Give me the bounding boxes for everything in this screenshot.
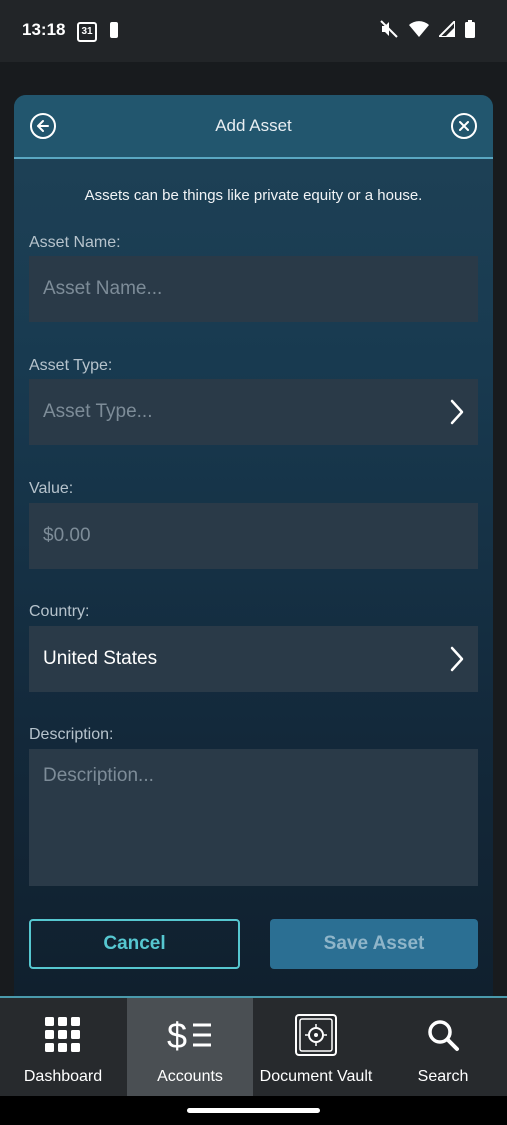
modal-hint: Assets can be things like private equity…: [84, 187, 423, 204]
tab-dashboard[interactable]: Dashboard: [0, 998, 126, 1096]
battery-icon: [465, 20, 475, 38]
asset-type-placeholder: Asset Type...: [43, 401, 153, 422]
asset-name-field[interactable]: [29, 256, 478, 322]
chevron-right-icon: [450, 399, 464, 425]
save-asset-button[interactable]: Save Asset: [270, 919, 478, 969]
vault-icon: [294, 1010, 338, 1060]
status-bar: 13:18 31: [0, 0, 507, 62]
asset-name-input[interactable]: [43, 278, 464, 300]
tab-document-vault[interactable]: Document Vault: [253, 998, 379, 1096]
country-label: Country:: [29, 603, 90, 620]
close-button[interactable]: [451, 113, 477, 139]
wifi-icon: [409, 21, 429, 37]
modal-header: Add Asset: [14, 95, 493, 159]
grid-icon: [45, 1010, 81, 1060]
value-field[interactable]: [29, 503, 478, 569]
bottom-tab-bar: Dashboard $ Accounts Document Vault Sear…: [0, 996, 507, 1096]
country-select[interactable]: United States: [29, 626, 478, 692]
search-icon: [426, 1010, 460, 1060]
value-label: Value:: [29, 480, 74, 497]
svg-text:$: $: [167, 1015, 187, 1055]
modal-title: Add Asset: [215, 116, 292, 135]
tab-search[interactable]: Search: [380, 998, 506, 1096]
country-value: United States: [43, 648, 158, 669]
tab-label: Accounts: [157, 1068, 223, 1085]
mute-icon: [380, 20, 398, 38]
asset-type-select[interactable]: Asset Type...: [29, 379, 478, 445]
tab-label: Search: [417, 1068, 469, 1085]
description-input[interactable]: [43, 765, 464, 865]
value-input[interactable]: [43, 525, 464, 547]
tab-label: Document Vault: [259, 1068, 373, 1085]
chevron-right-icon: [450, 646, 464, 672]
asset-type-label: Asset Type:: [29, 357, 113, 374]
calendar-icon: 31: [77, 22, 97, 42]
description-field[interactable]: [29, 749, 478, 886]
dollar-list-icon: $: [167, 1010, 213, 1060]
status-icons: [379, 20, 475, 38]
description-label: Description:: [29, 726, 114, 743]
signal-icon: [439, 21, 455, 37]
asset-name-label: Asset Name:: [29, 234, 121, 251]
close-icon: [459, 121, 469, 131]
system-nav-bar: [0, 1096, 507, 1125]
battery-notification-icon: [110, 22, 118, 38]
tab-accounts[interactable]: $ Accounts: [127, 998, 253, 1096]
status-time: 13:18: [22, 20, 66, 39]
home-indicator[interactable]: [187, 1108, 320, 1113]
cancel-button[interactable]: Cancel: [29, 919, 240, 969]
tab-label: Dashboard: [23, 1068, 103, 1085]
add-asset-modal: Add Asset Assets can be things like priv…: [14, 95, 493, 996]
